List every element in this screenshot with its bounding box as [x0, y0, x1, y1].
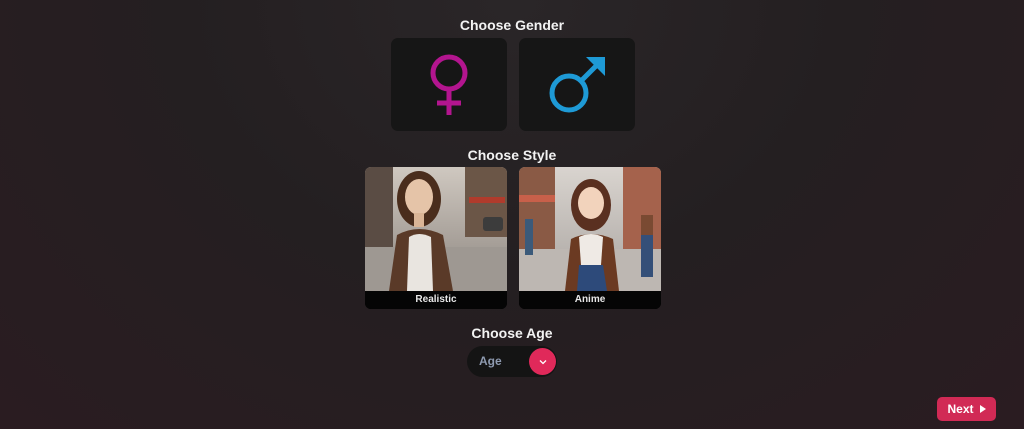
next-button[interactable]: Next	[937, 397, 996, 421]
age-select[interactable]: Age	[467, 346, 557, 377]
female-symbol-icon	[430, 54, 468, 115]
choose-style-heading: Choose Style	[467, 147, 557, 163]
anime-style-image	[519, 167, 661, 291]
caret-right-icon	[979, 405, 986, 413]
style-option-anime[interactable]: Anime	[519, 167, 661, 309]
style-label-anime: Anime	[519, 291, 661, 309]
next-button-label: Next	[947, 402, 974, 416]
age-select-value: Age	[479, 354, 502, 368]
realistic-style-image	[365, 167, 507, 291]
choose-age-heading: Choose Age	[471, 325, 553, 341]
male-symbol-icon	[549, 56, 605, 112]
age-dropdown-toggle[interactable]	[529, 348, 556, 375]
style-label-realistic: Realistic	[365, 291, 507, 309]
style-option-realistic[interactable]: Realistic	[365, 167, 507, 309]
gender-option-female[interactable]	[391, 38, 507, 131]
gender-option-male[interactable]	[519, 38, 635, 131]
chevron-down-icon	[539, 359, 546, 364]
choose-gender-heading: Choose Gender	[459, 17, 565, 33]
